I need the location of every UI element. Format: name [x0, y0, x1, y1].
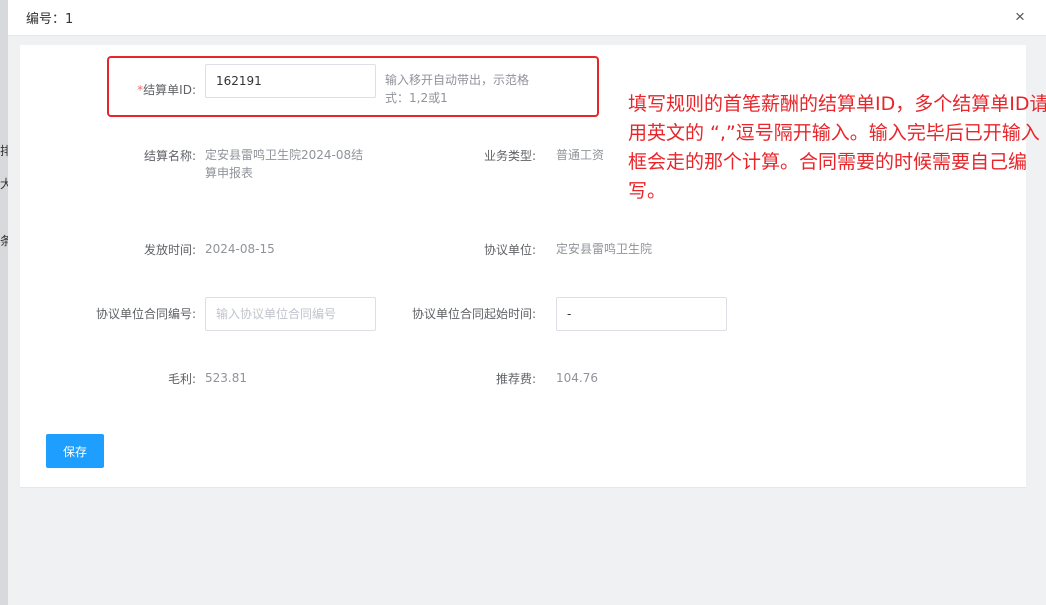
contract-start-label: 协议单位合同起始时间:	[411, 307, 536, 321]
contract-no-input[interactable]	[205, 297, 376, 331]
settlement-id-label: *结算单ID:	[100, 81, 196, 98]
settlement-id-input[interactable]	[205, 64, 376, 98]
save-button[interactable]: 保存	[46, 434, 104, 468]
dialog-title: 编号：1	[26, 12, 74, 27]
business-type-value: 普通工资	[556, 148, 605, 162]
settlement-name-value: 定安县雷鸣卫生院2024-08结算申报表	[205, 148, 364, 180]
close-icon[interactable]: ×	[1010, 7, 1030, 27]
business-type-label: 业务类型:	[483, 149, 536, 163]
agreement-unit-value: 定安县雷鸣卫生院	[556, 242, 653, 256]
contract-start-input[interactable]	[556, 297, 727, 331]
referral-fee-value: 104.76	[556, 371, 598, 385]
form-card: *结算单ID: 输入移开自动带出，示范格式：1,2或1 结算名称: 定安县雷鸣卫…	[20, 45, 1046, 488]
issue-date-value: 2024-08-15	[205, 242, 275, 256]
background-app-left-edge	[0, 0, 8, 605]
gross-profit-label: 毛利:	[167, 372, 196, 386]
issue-date-label: 发放时间:	[143, 243, 196, 257]
gross-profit-value: 523.81	[205, 371, 247, 385]
settlement-id-label-text: 结算单ID:	[143, 83, 196, 97]
agreement-unit-label: 协议单位:	[483, 243, 536, 257]
contract-no-label: 协议单位合同编号:	[95, 307, 196, 321]
referral-fee-label: 推荐费:	[495, 372, 536, 386]
red-annotation-note: 填写规则的首笔薪酬的结算单ID，多个结算单ID请用英文的 “,”逗号隔开输入。输…	[628, 93, 1046, 202]
settlement-id-hint: 输入移开自动带出，示范格式：1,2或1	[385, 73, 530, 105]
edit-dialog: 编号：1 × *结算单ID: 输入移开自动带出，示范格式：1,2或1 结算名称:…	[8, 0, 1046, 605]
dialog-header: 编号：1 ×	[8, 0, 1046, 36]
settlement-name-label: 结算名称:	[143, 149, 196, 163]
